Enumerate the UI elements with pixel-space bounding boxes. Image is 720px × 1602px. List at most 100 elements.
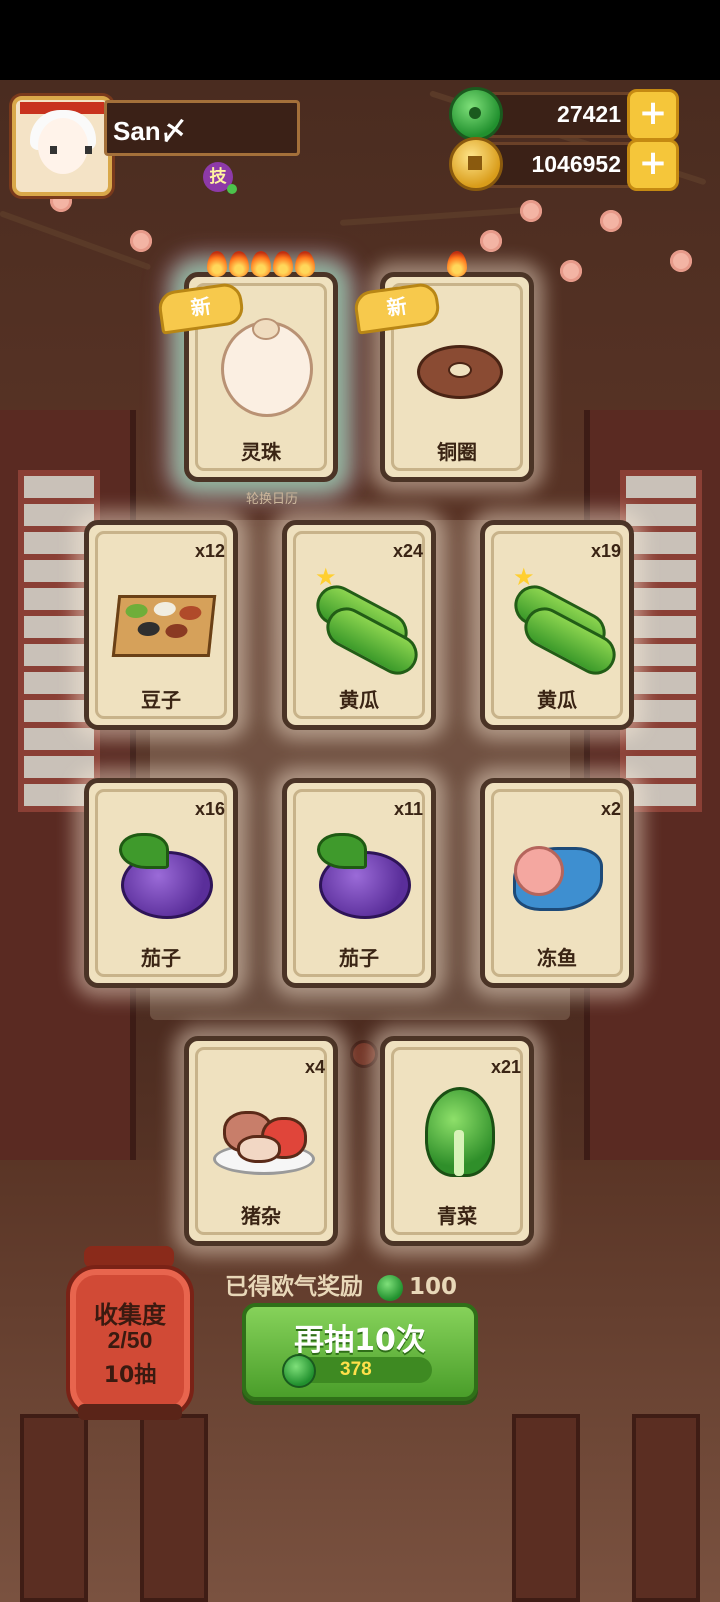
player-name: San〆 [113,116,187,146]
status-bar [0,0,720,80]
railing-post [512,1414,580,1602]
card-label: 茄子 [141,946,181,970]
beans-tray-icon [111,565,217,665]
card-label: 冻鱼 [537,946,577,970]
card-spirit-pearl[interactable]: 新 灵珠 [156,251,338,482]
player-avatar[interactable] [12,96,112,196]
add-jade-button[interactable]: + [627,89,679,141]
blossom [560,260,582,282]
card-eggplant[interactable]: x16 茄子 [84,778,238,988]
branch [339,206,540,226]
star-flames [385,251,529,277]
frozen-fish-icon [507,823,607,923]
card-green-vegetable[interactable]: x21 青菜 [380,1036,534,1246]
blossom [480,230,502,252]
jade-icon [449,87,503,141]
coin-counter: 1046952 + [449,137,679,191]
eggplant-cap [119,833,169,869]
flame-icon [447,251,467,277]
card-beans[interactable]: x12 豆子 [84,520,238,730]
cucumber-icon: ★ [309,563,425,682]
draw-cost-amount: 378 [340,1359,372,1380]
card-cucumber[interactable]: x24 ★ 黄瓜 [282,520,436,730]
bean-pile [153,602,177,616]
card-copper-ring[interactable]: 新 铜圈 [352,251,534,482]
jade-icon [282,1354,316,1388]
blossom [670,250,692,272]
card-quantity: x11 [393,799,423,819]
skill-badge[interactable]: 技 [203,162,237,194]
draw-cost: 378 [282,1354,432,1388]
cucumber-icon: ★ [507,565,623,682]
railing-post [20,1414,88,1602]
bean-pile [164,624,189,638]
coin-icon [449,137,503,191]
railing-post [140,1414,208,1602]
luck-reward: 已得欧气奖励 100 [225,1267,457,1301]
fish-shape [513,846,603,911]
card-label: 灵珠 [241,440,281,464]
card-quantity: x4 [304,1057,325,1077]
card-pork-offal[interactable]: x4 猪杂 [184,1036,338,1246]
add-coins-button[interactable]: + [627,139,679,191]
flame-icon [229,251,249,277]
spirit-pearl-icon [211,317,320,417]
collection-draws: 10抽 [103,1363,157,1388]
eggplant-icon [111,823,213,923]
star-flames [189,251,333,277]
bean-pile [124,604,149,618]
card-label: 猪杂 [241,1204,281,1228]
flame-icon [295,251,315,277]
blossom [130,230,152,252]
coin-amount: 1046952 [531,151,621,177]
card-label: 青菜 [437,1204,477,1228]
card-quantity: x16 [194,799,225,819]
bean-pile [178,606,203,620]
avatar-eyes [50,146,92,154]
rotation-calendar-caption: 轮换日历 [246,492,299,507]
railing-post [632,1414,700,1602]
reward-label: 已得欧气奖励 [225,1274,363,1300]
card-frozen-fish[interactable]: x2 冻鱼 [480,778,634,988]
card-label: 黄瓜 [339,688,379,712]
flame-icon [251,251,271,277]
card-quantity: x12 [194,541,225,561]
lantern-base [78,1404,182,1420]
card-quantity: x19 [590,541,621,561]
ornament [350,1040,378,1068]
branch [0,210,152,271]
collection-lantern[interactable]: 收集度 2/50 10抽 [66,1265,194,1418]
card-cucumber[interactable]: x19 ★ 黄瓜 [480,520,634,730]
pork-offal-icon [211,1081,315,1181]
card-label: 铜圈 [437,440,477,464]
card-quantity: x21 [490,1057,521,1077]
flower-icon: ★ [315,563,337,591]
card-label: 豆子 [141,688,181,712]
meat-piece [237,1135,281,1163]
eggplant-icon [309,823,411,923]
collection-title: 收集度 [94,1301,166,1329]
collection-progress: 2/50 [107,1327,153,1353]
reward-amount: 100 [409,1274,458,1300]
draw-again-button[interactable]: 再抽10次 378 [242,1303,478,1401]
jade-icon [377,1274,403,1301]
blossom [520,200,542,222]
jade-amount: 27421 [557,101,621,127]
copper-ring-icon [407,317,507,417]
baby-figure [214,318,320,417]
jade-counter: 27421 + [449,87,679,141]
flame-icon [273,251,293,277]
card-eggplant[interactable]: x11 茄子 [282,778,436,988]
eggplant-cap [317,833,367,869]
card-quantity: x2 [600,799,621,819]
card-label: 黄瓜 [537,688,577,712]
tray-shape [111,595,217,657]
card-label: 茄子 [339,946,379,970]
player-name-box: San〆 [104,100,300,156]
leaf-shape [425,1087,495,1177]
card-quantity: x24 [392,541,423,561]
ring-shape [417,345,503,399]
flame-icon [207,251,227,277]
blossom [600,210,622,232]
bean-pile [136,622,161,636]
